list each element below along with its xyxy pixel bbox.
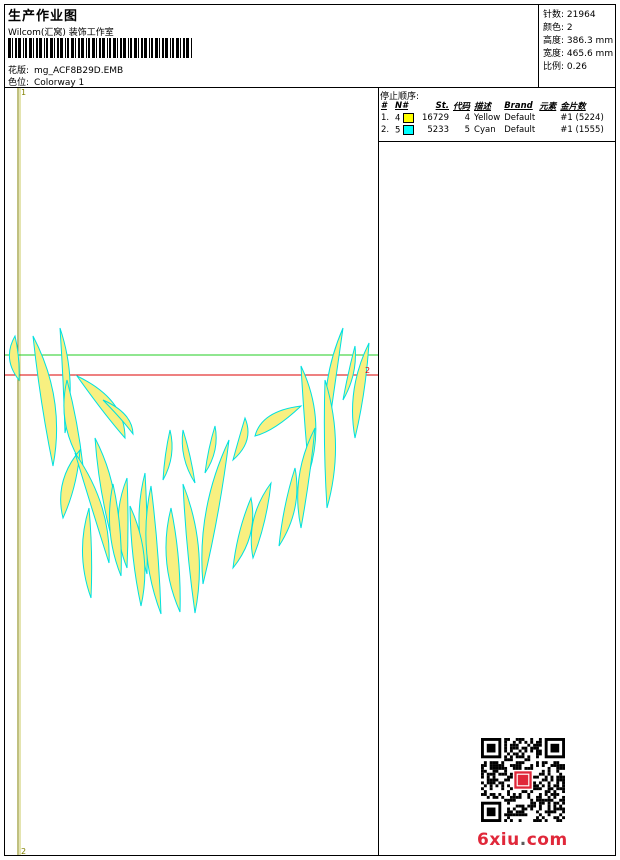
panel-divider <box>378 88 379 856</box>
design-stats: 针数: 21964 颜色: 2 高度: 386.3 mm 宽度: 465.6 m… <box>538 5 616 87</box>
embroidery-design-canvas <box>5 88 378 855</box>
stop-sequence-panel: 停止顺序: # N# St. 代码 描述 Brand 元素 金片数 1. 4 1… <box>379 88 615 144</box>
flame-shape <box>232 496 254 570</box>
stat-stitches: 针数: 21964 <box>543 10 596 20</box>
stop-sequence-table: # N# St. 代码 描述 Brand 元素 金片数 1. 4 16729 4… <box>379 100 606 136</box>
flame-shape <box>254 405 303 437</box>
flame-shape <box>182 483 200 614</box>
header-info: 生产作业图 Wilcom(汇窝) 装饰工作室 花版: mg_ACF8B29D.EM… <box>5 5 535 88</box>
flame-shape <box>75 374 126 440</box>
flame-shape <box>323 379 336 509</box>
flame-shape <box>278 467 298 547</box>
marker-bottom: 2 <box>21 847 27 856</box>
flame-shape <box>181 429 196 484</box>
flame-shape <box>232 416 249 462</box>
col-element: 元素 <box>539 102 557 112</box>
color-swatch-cyan <box>403 124 415 135</box>
watermark-logo: 6xiu.com <box>477 830 568 850</box>
page-title: 生产作业图 <box>8 9 79 24</box>
col-index: # <box>381 101 387 111</box>
col-desc: 描述 <box>474 102 492 112</box>
flame-shape <box>165 507 181 613</box>
marker-top: 1 <box>21 88 27 97</box>
marker-right: 2 <box>365 366 371 375</box>
stat-colors: 颜色: 2 <box>543 23 573 33</box>
stat-scale: 比例: 0.26 <box>543 62 587 72</box>
stat-height: 高度: 386.3 mm <box>543 36 614 46</box>
barcode-image <box>8 38 192 58</box>
studio-name: Wilcom(汇窝) 装饰工作室 <box>8 28 114 38</box>
flame-shape <box>162 429 173 481</box>
stat-width: 宽度: 465.6 mm <box>543 49 614 59</box>
flame-shape <box>108 483 122 577</box>
flame-shape <box>82 507 93 599</box>
col-stitches: St. <box>435 101 449 111</box>
table-row: 1. 4 16729 4 Yellow Default #1 (5224) <box>381 112 604 124</box>
flame-shape <box>201 439 230 585</box>
qr-code-image <box>481 738 565 822</box>
flame-pattern <box>8 327 370 615</box>
flame-shape <box>204 425 217 474</box>
table-row: 2. 5 5233 5 Cyan Default #1 (1555) <box>381 124 604 136</box>
color-swatch-yellow <box>403 112 415 123</box>
flame-shape <box>145 485 162 615</box>
flame-shape <box>250 481 272 560</box>
col-brand: Brand <box>504 101 533 111</box>
col-needle: N# <box>395 101 409 111</box>
col-sequins: 金片数 <box>560 102 586 112</box>
table-header-row: # N# St. 代码 描述 Brand 元素 金片数 <box>379 100 606 112</box>
col-code: 代码 <box>453 102 471 112</box>
